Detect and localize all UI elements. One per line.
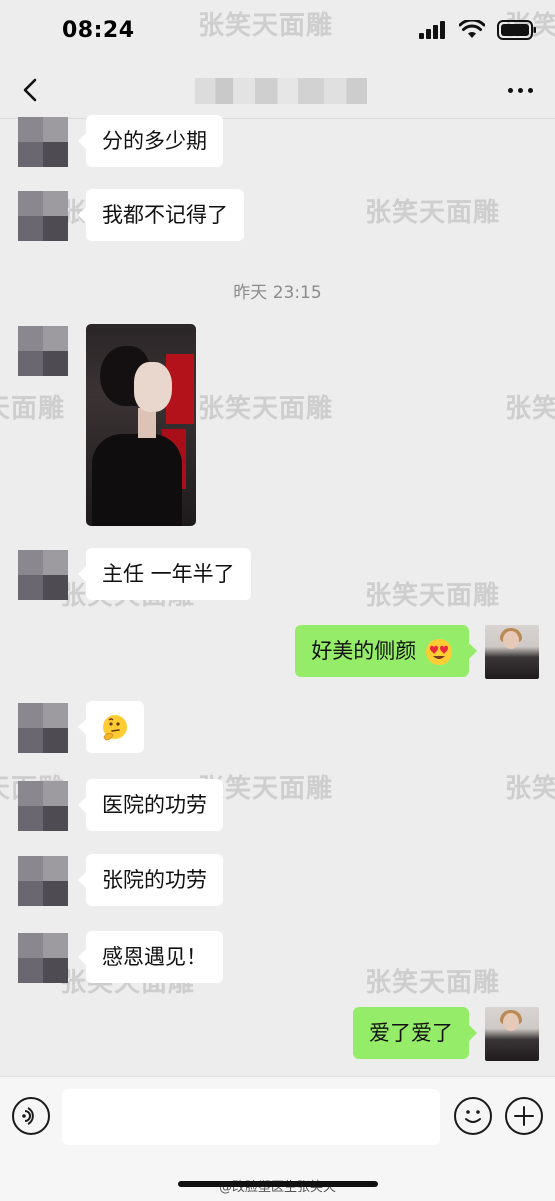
home-indicator[interactable] [178,1181,378,1187]
watermark: 张笑天面雕 [505,774,555,804]
avatar[interactable] [18,550,68,600]
watermark: 张笑天面雕 [198,394,334,424]
message-text: 感恩遇见！ [102,945,207,969]
message-bubble-left[interactable]: 张院的功劳 [78,854,223,906]
message-bubble-left[interactable]: 主任 一年半了 [78,548,251,600]
message-bubble-left[interactable]: 感恩遇见！ [78,931,223,983]
thinking-face-emoji-icon [103,715,127,741]
battery-icon [497,20,536,40]
chat-header [0,62,555,119]
message-bubble-right[interactable]: 爱了爱了 [353,1007,477,1059]
cellular-signal-icon [419,21,445,39]
message-text: 张院的功劳 [102,868,207,892]
heart-eyes-emoji-icon [426,639,452,665]
message-text: 爱了爱了 [369,1021,453,1045]
avatar[interactable] [18,856,68,906]
watermark: 张笑天面雕 [365,198,501,228]
more-dots-icon[interactable] [508,88,533,93]
message-text: 分的多少期 [102,129,207,153]
avatar[interactable] [18,117,68,167]
watermark: 张笑天面雕 [365,581,501,611]
watermark: 张笑天面雕 [505,394,555,424]
chevron-left-icon[interactable] [18,76,46,104]
watermark: 张笑天面雕 [365,968,501,998]
message-bubble-left[interactable]: 医院的功劳 [78,779,223,831]
message-bubble-left[interactable]: 我都不记得了 [78,189,244,241]
avatar[interactable] [18,703,68,753]
message-bubble-left[interactable] [78,701,144,753]
status-bar: 08:24 [0,0,555,62]
status-time: 08:24 [62,18,135,43]
message-input[interactable] [62,1089,440,1145]
watermark: 张笑天面雕 [0,394,66,424]
message-text: 主任 一年半了 [102,562,235,586]
avatar-self[interactable] [485,1007,539,1061]
message-text: 我都不记得了 [102,203,228,227]
chat-title-blurred [195,78,367,104]
message-text: 好美的侧颜 [311,639,417,663]
avatar-self[interactable] [485,625,539,679]
message-bubble-left[interactable]: 分的多少期 [78,115,223,167]
avatar[interactable] [18,781,68,831]
avatar[interactable] [18,326,68,376]
avatar[interactable] [18,933,68,983]
photo-message[interactable] [86,324,196,526]
voice-icon[interactable] [12,1097,50,1135]
message-bubble-right[interactable]: 好美的侧颜 [295,625,477,677]
wifi-icon [459,20,485,38]
plus-icon[interactable] [505,1097,543,1135]
avatar[interactable] [18,191,68,241]
status-icons [419,20,537,40]
chat-timestamp: 昨天 23:15 [233,283,322,303]
emoji-icon[interactable] [454,1097,492,1135]
message-text: 医院的功劳 [102,793,207,817]
